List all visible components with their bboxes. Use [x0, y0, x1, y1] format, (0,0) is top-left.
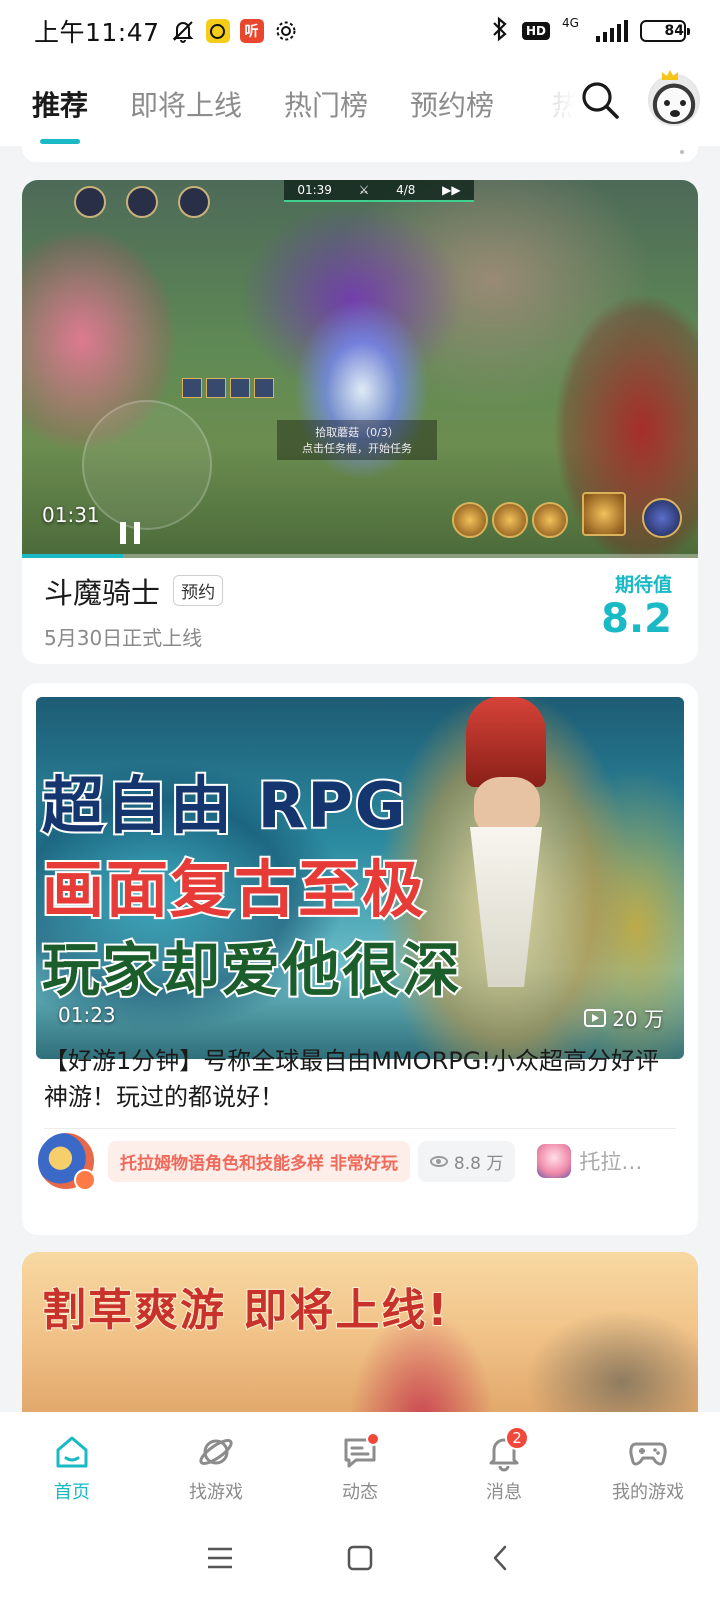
skill-icon	[254, 378, 274, 398]
notification-dot	[366, 1432, 380, 1446]
signal-icon	[596, 20, 628, 42]
nav-feed[interactable]: 动态	[288, 1412, 432, 1516]
user-avatar[interactable]	[648, 74, 700, 126]
network-type: 4G	[562, 16, 579, 30]
related-game-name[interactable]: 托拉…	[579, 1146, 642, 1176]
banner-text: 割草爽游 即将上线!	[41, 1284, 450, 1337]
article-title[interactable]: 【好游1分钟】号称全球最自由MMORPG!小众超高分好评神游！玩过的都说好！	[44, 1043, 664, 1115]
author-avatar[interactable]	[36, 1131, 96, 1191]
menu-icon[interactable]	[204, 1542, 236, 1574]
skill-icon	[492, 502, 528, 538]
cover-text-line-3: 玩家却爱他很深	[40, 934, 463, 1006]
skill-icon	[582, 492, 626, 536]
search-icon[interactable]	[578, 78, 622, 122]
tab-reserve-chart[interactable]: 预约榜	[410, 84, 494, 124]
status-bar: 上午11:47 听 HD 4G 84	[0, 0, 720, 62]
nav-home[interactable]: 首页	[0, 1412, 144, 1516]
banner-card[interactable]: 割草爽游 即将上线!	[22, 1252, 698, 1412]
nav-label: 动态	[342, 1482, 378, 1503]
skill-icon	[452, 502, 488, 538]
message-badge: 2	[505, 1426, 529, 1450]
video-cover[interactable]: 超自由 RPG 画面复古至极 玩家却爱他很深 01:23 20 万	[36, 697, 684, 1059]
video-time: 01:31	[42, 503, 100, 527]
game-info: 斗魔骑士 预约 5月30日正式上线 期待值 8.2	[22, 558, 698, 664]
bluetooth-icon	[490, 16, 510, 46]
tab-hot-chart[interactable]: 热门榜	[284, 84, 368, 124]
cover-text-line-1: 超自由 RPG	[40, 767, 408, 844]
status-right: HD 4G 84	[490, 16, 690, 46]
home-square-icon[interactable]	[344, 1542, 376, 1574]
game-hud-timer: 01:39 ⚔ 4/8 ▶▶	[284, 180, 474, 202]
quest-box: 拾取蘑菇（0/3） 点击任务框，开始任务	[277, 420, 437, 460]
system-nav-bar	[0, 1516, 720, 1600]
nav-label: 消息	[486, 1482, 522, 1503]
cover-text-line-2: 画面复古至极	[40, 851, 427, 928]
home-icon	[52, 1432, 92, 1472]
planet-icon	[196, 1432, 236, 1472]
gear-icon	[274, 19, 298, 43]
joystick	[82, 400, 212, 530]
nav-messages[interactable]: 2 消息	[432, 1412, 576, 1516]
battery-icon: 84	[640, 20, 690, 42]
tab-recommend[interactable]: 推荐	[32, 84, 88, 144]
bottom-nav: 首页 找游戏 动态 2 消息 我的游戏	[0, 1412, 720, 1516]
skill-icon	[642, 498, 682, 538]
eye-icon	[429, 1155, 448, 1167]
nav-label: 找游戏	[189, 1482, 243, 1503]
hud-avatar-icon	[74, 186, 106, 218]
skill-icon	[532, 502, 568, 538]
skill-icon	[206, 378, 226, 398]
nav-label: 首页	[54, 1482, 90, 1503]
reserve-tag: 预约	[173, 575, 224, 606]
nav-find-games[interactable]: 找游戏	[144, 1412, 288, 1516]
skill-icon	[230, 378, 250, 398]
pause-icon[interactable]	[120, 522, 140, 544]
listen-app-icon: 听	[239, 19, 264, 43]
skill-icon	[182, 378, 202, 398]
expect-score: 8.2	[601, 596, 672, 642]
battery-level: 84	[664, 23, 684, 39]
bell-muted-icon	[170, 18, 196, 44]
nav-my-games[interactable]: 我的游戏	[576, 1412, 720, 1516]
video-player[interactable]: 01:39 ⚔ 4/8 ▶▶ 拾取蘑菇（0/3） 点击任务框，开始任务 01:31	[22, 180, 698, 558]
game-card[interactable]: 01:39 ⚔ 4/8 ▶▶ 拾取蘑菇（0/3） 点击任务框，开始任务 01:31	[22, 180, 698, 664]
release-date: 5月30日正式上线	[44, 626, 203, 650]
hud-avatar-icon	[178, 186, 210, 218]
play-count-icon	[584, 1008, 607, 1027]
article-meta-row: 托拉姆物语角色和技能多样 非常好玩 8.8 万 托拉…	[36, 1129, 696, 1193]
top-nav: 推荐 即将上线 热门榜 预约榜 热	[0, 62, 720, 146]
hud-avatar-icon	[126, 186, 158, 218]
previous-card-edge	[22, 146, 698, 162]
hd-badge: HD	[521, 22, 550, 40]
view-count: 8.8 万	[417, 1140, 516, 1182]
game-thumb[interactable]	[537, 1144, 572, 1178]
nav-label: 我的游戏	[612, 1482, 684, 1503]
video-views: 20 万	[584, 1003, 664, 1032]
crown-icon	[662, 70, 678, 80]
expect-label: 期待值	[614, 574, 672, 596]
screen: 上午11:47 听 HD 4G 84 推荐 即将上线 热门榜 预约榜 01:39…	[0, 0, 720, 1600]
status-time: 上午11:47	[34, 18, 160, 47]
app-notification-icon	[205, 19, 230, 43]
tab-upcoming[interactable]: 即将上线	[130, 84, 242, 124]
gamepad-icon	[628, 1432, 668, 1472]
wizard-hat	[466, 697, 546, 787]
back-icon[interactable]	[484, 1542, 516, 1574]
video-duration: 01:23	[58, 1003, 116, 1027]
highlight-tag[interactable]: 托拉姆物语角色和技能多样 非常好玩	[108, 1140, 410, 1182]
wizard-beard	[470, 827, 542, 987]
video-article-card[interactable]: 超自由 RPG 画面复古至极 玩家却爱他很深 01:23 20 万 【好游1分钟…	[22, 683, 698, 1235]
game-title[interactable]: 斗魔骑士	[44, 576, 160, 610]
